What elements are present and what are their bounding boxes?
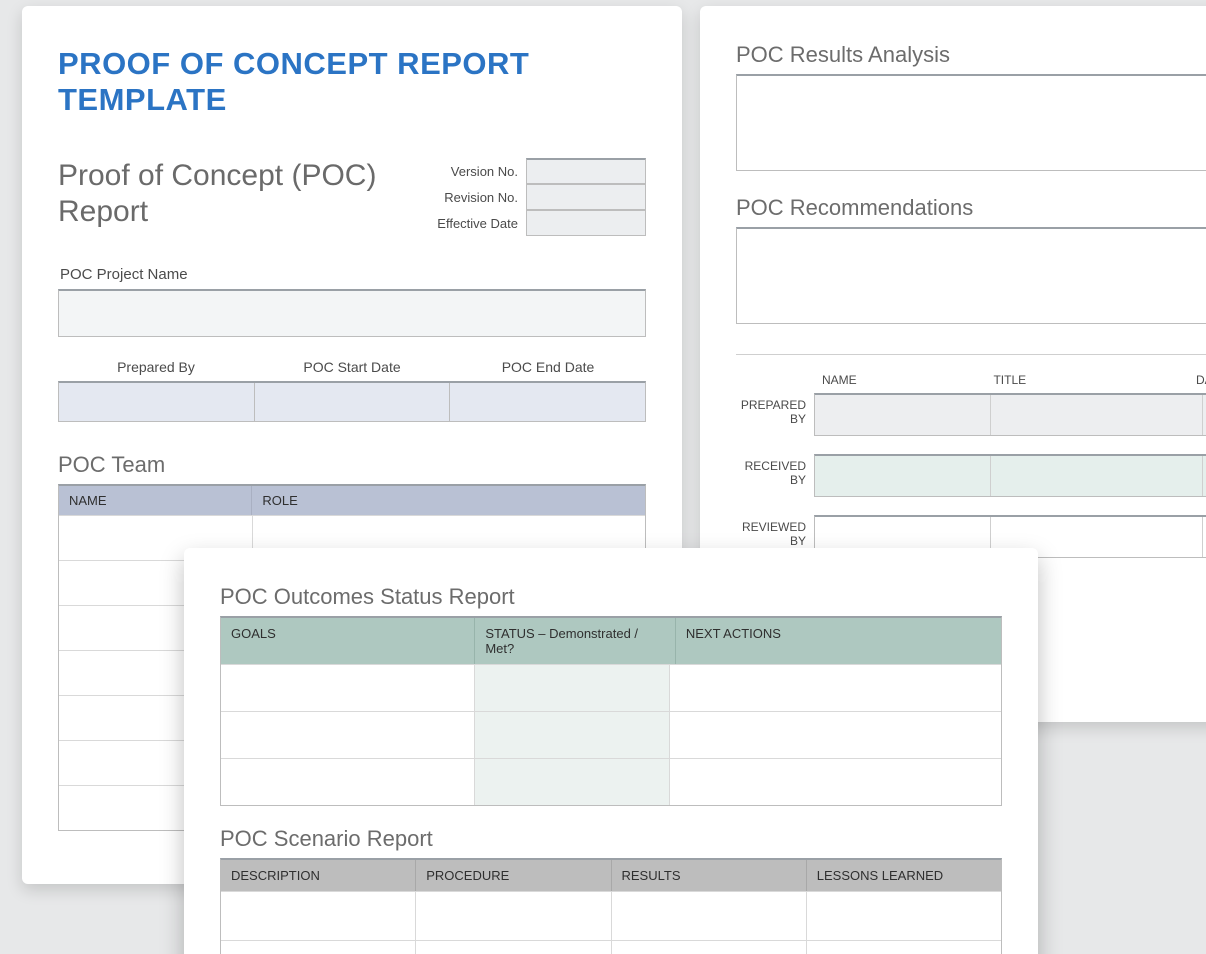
project-name-label: POC Project Name xyxy=(60,266,646,283)
scenario-col-description: DESCRIPTION xyxy=(221,860,416,891)
prepared-by-title-cell[interactable] xyxy=(991,395,1203,435)
scenario-desc-cell[interactable] xyxy=(221,892,416,940)
outcomes-status-cell[interactable] xyxy=(475,759,671,805)
poc-end-date-input[interactable] xyxy=(450,383,645,421)
scenario-table: DESCRIPTION PROCEDURE RESULTS LESSONS LE… xyxy=(220,858,1002,954)
approval-prepared-by-label: PREPARED BY xyxy=(736,393,814,436)
outcomes-col-status: STATUS – Demonstrated / Met? xyxy=(475,618,676,664)
meta-version-input[interactable] xyxy=(526,158,646,184)
approval-col-name: NAME xyxy=(814,369,985,391)
meta-effective: Effective Date xyxy=(437,210,646,236)
meta-revision-input[interactable] xyxy=(526,184,646,210)
outcomes-next-cell[interactable] xyxy=(670,665,1001,711)
meta-block: Version No. Revision No. Effective Date xyxy=(437,158,646,236)
header-row: Proof of Concept (POC) Report Version No… xyxy=(58,158,646,236)
prepared-by-label: Prepared By xyxy=(58,359,254,381)
recommendations-heading: POC Recommendations xyxy=(736,195,1206,221)
results-analysis-heading: POC Results Analysis xyxy=(736,42,1206,68)
outcomes-goal-cell[interactable] xyxy=(221,712,475,758)
outcomes-col-next: NEXT ACTIONS xyxy=(676,618,1001,664)
scenario-results-cell[interactable] xyxy=(612,892,807,940)
approvals-block: NAME TITLE DATE PREPARED BY RECEIVED BY xyxy=(736,354,1206,558)
outcomes-goal-cell[interactable] xyxy=(221,665,475,711)
approval-received-by-row: RECEIVED BY xyxy=(736,454,1206,497)
received-by-name-cell[interactable] xyxy=(815,456,991,496)
scenario-proc-cell[interactable] xyxy=(416,941,611,954)
scenario-lessons-cell[interactable] xyxy=(807,892,1001,940)
poc-start-date-input[interactable] xyxy=(255,383,451,421)
results-analysis-input[interactable] xyxy=(736,74,1206,171)
team-col-name: NAME xyxy=(59,486,252,515)
document-title: PROOF OF CONCEPT REPORT TEMPLATE xyxy=(58,46,646,118)
outcomes-goal-cell[interactable] xyxy=(221,759,475,805)
meta-version-label: Version No. xyxy=(451,164,518,179)
outcomes-row xyxy=(221,711,1001,758)
scenario-col-results: RESULTS xyxy=(612,860,807,891)
outcomes-table: GOALS STATUS – Demonstrated / Met? NEXT … xyxy=(220,616,1002,806)
outcomes-next-cell[interactable] xyxy=(670,712,1001,758)
received-by-title-cell[interactable] xyxy=(991,456,1203,496)
document-subtitle: Proof of Concept (POC) Report xyxy=(58,158,437,230)
approval-col-date: DATE xyxy=(1188,369,1206,391)
scenario-row xyxy=(221,940,1001,954)
scenario-proc-cell[interactable] xyxy=(416,892,611,940)
approval-prepared-by-row: PREPARED BY xyxy=(736,393,1206,436)
outcomes-col-goals: GOALS xyxy=(221,618,475,664)
meta-revision-label: Revision No. xyxy=(444,190,518,205)
sheet-poc-report-page3: POC Outcomes Status Report GOALS STATUS … xyxy=(184,548,1038,954)
outcomes-status-heading: POC Outcomes Status Report xyxy=(220,584,1002,610)
scenario-results-cell[interactable] xyxy=(612,941,807,954)
outcomes-row xyxy=(221,758,1001,805)
scenario-col-procedure: PROCEDURE xyxy=(416,860,611,891)
poc-team-heading: POC Team xyxy=(58,452,646,478)
outcomes-status-cell[interactable] xyxy=(475,665,671,711)
meta-effective-label: Effective Date xyxy=(437,216,518,231)
recommendations-input[interactable] xyxy=(736,227,1206,324)
poc-end-date-label: POC End Date xyxy=(450,359,646,381)
outcomes-row xyxy=(221,664,1001,711)
approval-col-title: TITLE xyxy=(985,369,1188,391)
scenario-desc-cell[interactable] xyxy=(221,941,416,954)
scenario-row xyxy=(221,891,1001,940)
prepared-by-name-cell[interactable] xyxy=(815,395,991,435)
outcomes-status-cell[interactable] xyxy=(475,712,671,758)
prepared-by-input[interactable] xyxy=(59,383,255,421)
outcomes-next-cell[interactable] xyxy=(670,759,1001,805)
canvas: PROOF OF CONCEPT REPORT TEMPLATE Proof o… xyxy=(0,0,1206,954)
scenario-col-lessons: LESSONS LEARNED xyxy=(807,860,1001,891)
poc-start-date-label: POC Start Date xyxy=(254,359,450,381)
scenario-report-heading: POC Scenario Report xyxy=(220,826,1002,852)
team-col-role: ROLE xyxy=(252,486,645,515)
approval-received-by-label: RECEIVED BY xyxy=(736,454,814,497)
prepared-dates-block: Prepared By POC Start Date POC End Date xyxy=(58,359,646,422)
meta-version: Version No. xyxy=(437,158,646,184)
scenario-lessons-cell[interactable] xyxy=(807,941,1001,954)
project-name-input[interactable] xyxy=(58,289,646,337)
meta-revision: Revision No. xyxy=(437,184,646,210)
meta-effective-input[interactable] xyxy=(526,210,646,236)
